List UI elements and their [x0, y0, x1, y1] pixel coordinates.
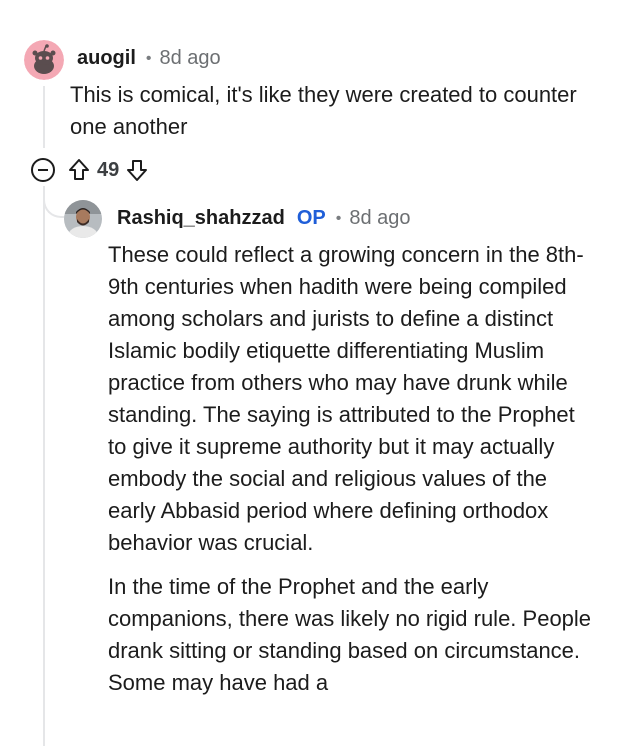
thread-line	[43, 186, 45, 746]
timestamp: 8d ago	[159, 47, 221, 69]
comment-meta: auogil • 8d ago	[77, 47, 221, 70]
comment-meta: Rashiq_shahzzad OP • 8d ago	[117, 207, 411, 230]
username[interactable]: auogil	[77, 47, 136, 70]
separator-dot: •	[335, 209, 342, 227]
separator-dot: •	[145, 49, 152, 67]
comment-body: This is comical, it's like they were cre…	[70, 82, 577, 139]
comment-paragraph: These could reflect a growing concern in…	[108, 242, 584, 555]
reply-connector	[43, 186, 65, 218]
thread-line	[43, 86, 45, 148]
timestamp: 8d ago	[349, 207, 411, 229]
op-badge: OP	[296, 207, 326, 229]
username[interactable]: Rashiq_shahzzad	[117, 207, 285, 230]
user-photo-avatar[interactable]	[64, 200, 102, 238]
downvote-arrow-icon[interactable]	[125, 157, 149, 183]
reddit-snoo-avatar-icon[interactable]	[24, 40, 64, 80]
comment-paragraph: In the time of the Prophet and the early…	[108, 574, 592, 695]
upvote-arrow-icon[interactable]	[67, 157, 91, 183]
vote-score: 49	[97, 158, 120, 181]
comment-body: These could reflect a growing concern in…	[108, 239, 598, 711]
comment-actions: 49	[31, 153, 149, 187]
collapse-thread-icon[interactable]	[31, 158, 55, 182]
